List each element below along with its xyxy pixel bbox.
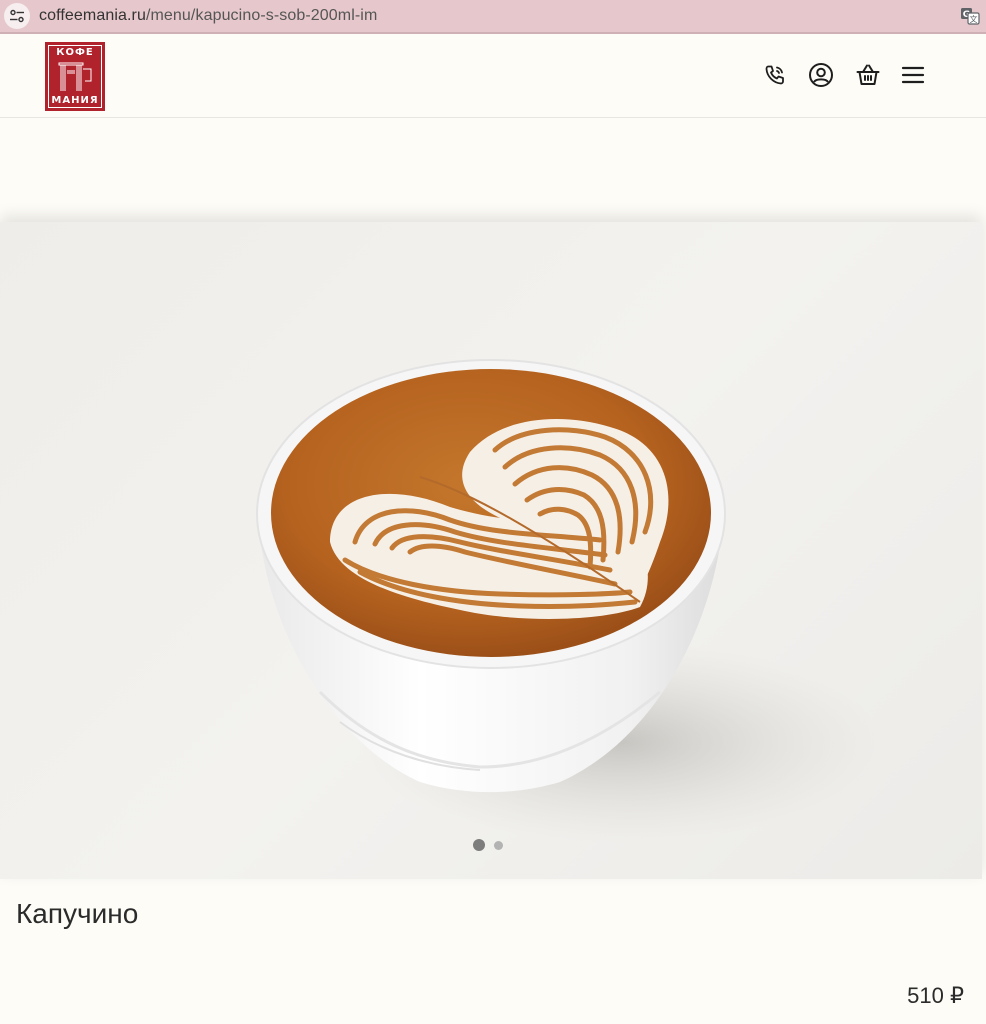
site-info-icon[interactable] bbox=[4, 3, 30, 29]
url-text[interactable]: coffeemania.ru/menu/kapucino-s-sob-200ml… bbox=[39, 7, 377, 25]
logo-text-bottom: МАНИЯ bbox=[51, 95, 99, 106]
gallery-dot[interactable] bbox=[494, 840, 503, 850]
user-account-icon[interactable] bbox=[808, 62, 834, 88]
basket-icon[interactable] bbox=[855, 62, 881, 88]
translate-icon[interactable]: G 文 bbox=[960, 6, 980, 26]
url-path: /menu/kapucino-s-sob-200ml-im bbox=[145, 7, 378, 24]
browser-address-bar: coffeemania.ru/menu/kapucino-s-sob-200ml… bbox=[0, 0, 986, 34]
product-image-gallery[interactable] bbox=[0, 222, 982, 879]
phone-icon[interactable] bbox=[762, 62, 788, 88]
logo-text-top: КОФЕ bbox=[56, 47, 94, 58]
logo-cup-icon bbox=[58, 62, 92, 91]
menu-hamburger-icon[interactable] bbox=[900, 62, 926, 88]
gallery-dot-active[interactable] bbox=[473, 839, 485, 851]
product-title: Капучино bbox=[16, 898, 139, 929]
coffeemania-logo[interactable]: КОФЕ МАНИЯ bbox=[45, 42, 105, 111]
product-price: 510 ₽ bbox=[907, 983, 964, 1008]
cappuccino-cup-image bbox=[256, 359, 880, 842]
site-header: КОФЕ МАНИЯ bbox=[0, 36, 986, 118]
gallery-pagination bbox=[473, 839, 503, 851]
svg-text:文: 文 bbox=[970, 14, 978, 24]
url-domain: coffeemania.ru bbox=[39, 7, 146, 24]
